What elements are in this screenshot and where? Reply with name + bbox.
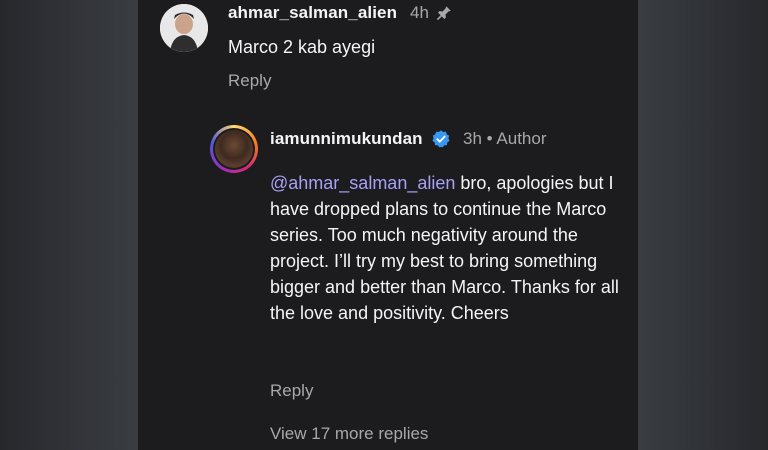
reply-username[interactable]: iamunnimukundan [270, 129, 423, 149]
reply-time: 3h [463, 129, 482, 148]
author-badge: Author [496, 129, 547, 148]
reply-button[interactable]: Reply [270, 381, 313, 401]
avatar[interactable] [160, 4, 208, 52]
background-left [0, 0, 138, 450]
comment-text: Marco 2 kab ayegi [228, 37, 376, 57]
comment-time: 4h [410, 3, 429, 22]
reply-meta: 3h • Author [463, 129, 547, 149]
pin-icon [436, 6, 451, 21]
mention-link[interactable]: @ahmar_salman_alien [270, 173, 455, 193]
avatar-story-ring[interactable] [210, 125, 258, 173]
separator-dot: • [486, 129, 493, 148]
comment-username[interactable]: ahmar_salman_alien [228, 3, 397, 23]
background-right [638, 0, 768, 450]
view-more-replies-button[interactable]: View 17 more replies [270, 424, 428, 444]
avatar-photo [215, 130, 253, 168]
avatar-photo [160, 4, 208, 52]
reply-text: @ahmar_salman_alien bro, apologies but I… [270, 170, 630, 326]
reply-body: bro, apologies but I have dropped plans … [270, 173, 619, 323]
reply-button[interactable]: Reply [228, 71, 271, 91]
verified-badge-icon [432, 130, 450, 148]
